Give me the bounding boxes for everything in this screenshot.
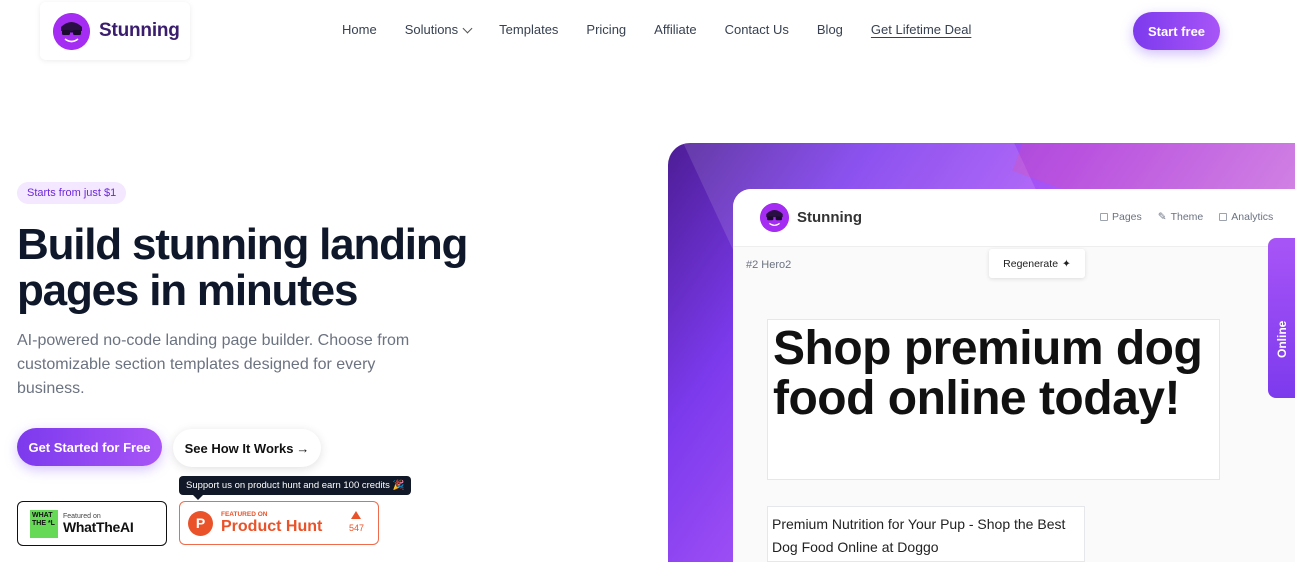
editor-logo: Stunning (760, 203, 862, 232)
ph-vote-count: 547 (348, 523, 364, 533)
regenerate-label: Regenerate (1003, 257, 1059, 270)
mock-headline: Shop premium dog food online today! (773, 322, 1203, 425)
ph-name: Product Hunt (221, 518, 323, 535)
brush-icon: ✎ (1157, 211, 1167, 223)
nav-solutions-label: Solutions (404, 22, 459, 37)
product-hunt-badge[interactable]: P FEATURED ON Product Hunt 547 (179, 501, 379, 545)
pricing-pill: Starts from just $1 (17, 182, 127, 204)
nav-affiliate[interactable]: Affiliate (654, 22, 696, 37)
editor-mockup: Stunning Pages ✎ Theme Analytics #2 Hero… (733, 189, 1295, 562)
arrow-right-icon: → (296, 440, 310, 456)
chevron-down-icon (462, 23, 473, 33)
nav-blog[interactable]: Blog (817, 22, 843, 37)
see-how-it-works-button[interactable]: See How It Works → (173, 429, 321, 467)
get-started-button[interactable]: Get Started for Free (17, 428, 162, 466)
start-free-button[interactable]: Start free (1133, 12, 1220, 50)
headline-block: Shop premium dog food online today! (767, 319, 1220, 480)
subheadline-block: Premium Nutrition for Your Pup - Shop th… (767, 506, 1085, 562)
product-hunt-logo-icon: P (188, 510, 213, 536)
main-nav: Home Solutions Templates Pricing Affilia… (342, 22, 999, 37)
tab-analytics-label: Analytics (1231, 211, 1274, 223)
upvote-triangle-icon (351, 511, 362, 519)
tab-theme: ✎ Theme (1158, 211, 1204, 223)
nav-templates[interactable]: Templates (499, 22, 558, 37)
nav-solutions[interactable]: Solutions (404, 22, 473, 37)
editor-tabs: Pages ✎ Theme Analytics (1100, 211, 1273, 223)
hero-subtitle: AI-powered no-code landing page builder.… (17, 332, 410, 397)
ph-featured-label: FEATURED ON (221, 511, 268, 518)
wta-name: WhatTheAI (63, 519, 134, 535)
online-status-label: Online (1274, 320, 1289, 358)
nav-contact[interactable]: Contact Us (725, 22, 789, 37)
brand-logo-link[interactable]: Stunning (40, 2, 190, 60)
sparkle-icon: ✦ (1062, 257, 1071, 270)
editor-topbar: Stunning Pages ✎ Theme Analytics (733, 189, 1295, 247)
pages-icon (1100, 213, 1108, 221)
stunning-logo-icon (53, 12, 90, 50)
section-crumb: #2 Hero2 (746, 259, 792, 271)
nav-home[interactable]: Home (342, 22, 377, 37)
editor-brand-name: Stunning (797, 209, 862, 226)
tab-theme-label: Theme (1170, 211, 1204, 223)
brand-name: Stunning (99, 20, 180, 41)
tab-pages: Pages (1100, 211, 1142, 223)
analytics-icon (1219, 213, 1228, 221)
product-hunt-tooltip: Support us on product hunt and earn 100 … (179, 476, 412, 500)
regenerate-button: Regenerate ✦ (989, 249, 1085, 278)
nav-lifetime-deal[interactable]: Get Lifetime Deal (871, 22, 971, 37)
whattheai-badge[interactable]: WHAT THE *L Featured on WhatTheAI (17, 501, 167, 546)
tab-pages-label: Pages (1112, 211, 1142, 223)
mock-subheadline: Premium Nutrition for Your Pup - Shop th… (772, 516, 1066, 555)
stunning-logo-icon (760, 203, 789, 232)
tab-analytics: Analytics (1219, 211, 1273, 223)
see-how-label: See How It Works (184, 440, 294, 456)
nav-pricing[interactable]: Pricing (586, 22, 626, 37)
hero-title: Build stunning landing pages in minutes (17, 220, 468, 315)
ph-upvote: 547 (349, 511, 364, 533)
whattheai-logo-icon: WHAT THE *L (30, 509, 58, 538)
